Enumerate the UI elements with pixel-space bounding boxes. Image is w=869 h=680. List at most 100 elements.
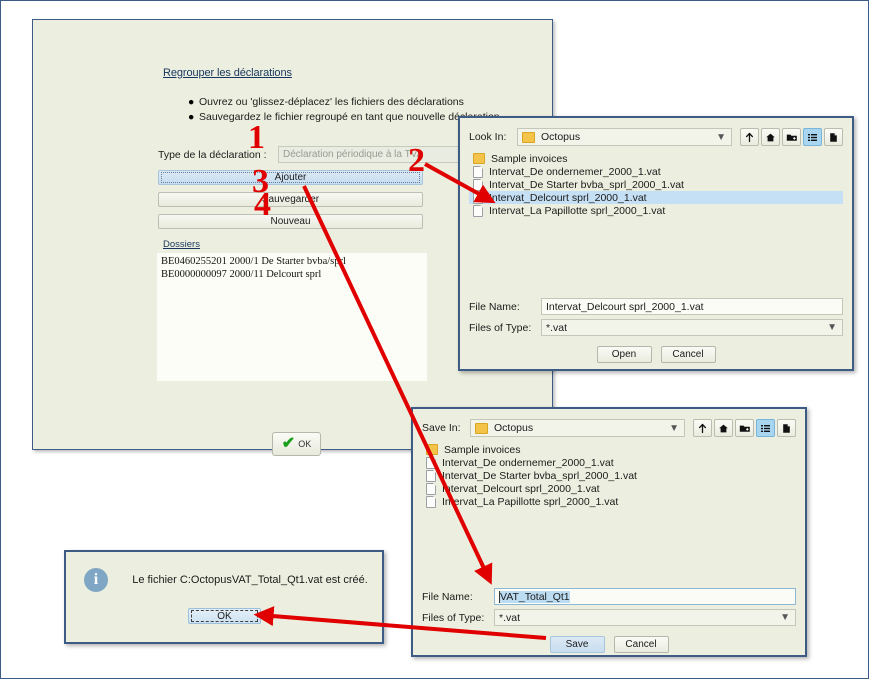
file-list-item-label: Intervat_La Papillotte sprl_2000_1.vat bbox=[489, 204, 666, 217]
file-list-item[interactable]: Intervat_Delcourt sprl_2000_1.vat bbox=[469, 191, 843, 204]
list-view-icon[interactable] bbox=[756, 419, 775, 437]
file-name-value: VAT_Total_Qt1 bbox=[499, 590, 570, 603]
file-list-item[interactable]: Intervat_La Papillotte sprl_2000_1.vat bbox=[422, 495, 796, 508]
file-list-item-label: Sample invoices bbox=[444, 443, 521, 456]
save-button[interactable]: Sauvegarder bbox=[158, 192, 423, 207]
document-icon bbox=[473, 178, 483, 191]
new-button[interactable]: Nouveau bbox=[158, 214, 423, 229]
look-in-value: Octopus bbox=[541, 131, 581, 143]
document-icon bbox=[473, 204, 483, 217]
save-file-name-row: File Name: VAT_Total_Qt1 bbox=[422, 588, 796, 605]
folder-icon bbox=[473, 153, 485, 164]
instructions-list: ● Ouvrez ou 'glissez-déplacez' les fichie… bbox=[188, 95, 503, 125]
file-name-label: File Name: bbox=[469, 300, 520, 313]
home-icon[interactable] bbox=[761, 128, 780, 146]
focus-ring bbox=[191, 610, 258, 622]
message-text: Le fichier C:OctopusVAT_Total_Qt1.vat es… bbox=[132, 574, 368, 586]
new-folder-icon[interactable] bbox=[735, 419, 754, 437]
document-icon bbox=[426, 495, 436, 508]
file-list-item-label: Intervat_De ondernemer_2000_1.vat bbox=[489, 165, 661, 178]
page-title: Regrouper les déclarations bbox=[163, 67, 292, 79]
file-list-item-label: Sample invoices bbox=[491, 152, 568, 165]
annotation-step-1: 1 bbox=[248, 119, 265, 156]
open-file-dialog: Look In: Octopus ▼ Sample invoices Inter… bbox=[458, 116, 854, 371]
file-list-item-label: Intervat_Delcourt sprl_2000_1.vat bbox=[442, 482, 600, 495]
files-of-type-label: Files of Type: bbox=[422, 611, 485, 624]
dossiers-label: Dossiers bbox=[163, 239, 200, 250]
files-of-type-select[interactable]: *.vat ▼ bbox=[494, 609, 796, 626]
file-list-item-label: Intervat_De Starter bvba_sprl_2000_1.vat bbox=[442, 469, 637, 482]
open-dialog-toolbar: Look In: Octopus ▼ bbox=[469, 128, 843, 146]
bullet-icon: ● bbox=[188, 111, 195, 123]
document-icon bbox=[426, 469, 436, 482]
files-of-type-select[interactable]: *.vat ▼ bbox=[541, 319, 843, 336]
cancel-button[interactable]: Cancel bbox=[613, 636, 669, 653]
file-name-input[interactable]: VAT_Total_Qt1 bbox=[494, 588, 796, 605]
instruction-item: ● Ouvrez ou 'glissez-déplacez' les fichie… bbox=[188, 96, 464, 108]
info-message-dialog: i Le fichier C:OctopusVAT_Total_Qt1.vat … bbox=[64, 550, 384, 644]
folder-icon bbox=[475, 422, 488, 434]
save-in-label: Save In: bbox=[422, 422, 461, 434]
save-file-dialog: Save In: Octopus ▼ Sample invoices Inter… bbox=[411, 407, 807, 657]
file-name-label: File Name: bbox=[422, 590, 473, 603]
file-list-item[interactable]: Sample invoices bbox=[422, 443, 796, 456]
focus-ring bbox=[161, 172, 420, 183]
chevron-down-icon: ▼ bbox=[780, 612, 790, 623]
save-in-select[interactable]: Octopus ▼ bbox=[470, 419, 685, 437]
file-list-item[interactable]: Intervat_De Starter bvba_sprl_2000_1.vat bbox=[422, 469, 796, 482]
list-item[interactable]: BE0460255201 2000/1 De Starter bvba/sprl bbox=[161, 255, 423, 268]
folder-icon bbox=[426, 444, 438, 455]
file-list-item-label: Intervat_De ondernemer_2000_1.vat bbox=[442, 456, 614, 469]
up-one-level-icon[interactable] bbox=[693, 419, 712, 437]
new-folder-icon[interactable] bbox=[782, 128, 801, 146]
bullet-icon: ● bbox=[188, 96, 195, 108]
file-list-item-label: Intervat_La Papillotte sprl_2000_1.vat bbox=[442, 495, 619, 508]
dossiers-list[interactable]: BE0460255201 2000/1 De Starter bvba/sprl… bbox=[157, 253, 427, 381]
info-icon: i bbox=[84, 568, 108, 592]
message-ok-button[interactable]: OK bbox=[188, 608, 261, 624]
add-button[interactable]: Ajouter bbox=[158, 170, 423, 185]
document-icon bbox=[426, 482, 436, 495]
instruction-item: ● Sauvegardez le fichier regroupé en tant… bbox=[188, 111, 503, 123]
save-dialog-actions: Save Cancel bbox=[413, 636, 805, 653]
ok-button[interactable]: ✔ OK bbox=[272, 432, 321, 456]
declaration-type-value: Déclaration périodique à la TVA bbox=[283, 149, 424, 160]
save-button[interactable]: Save bbox=[549, 636, 605, 653]
save-dialog-toolbar: Save In: Octopus ▼ bbox=[422, 419, 796, 437]
file-list-item[interactable]: Intervat_De Starter bvba_sprl_2000_1.vat bbox=[469, 178, 843, 191]
new-button-label: Nouveau bbox=[270, 216, 311, 227]
files-of-type-value: *.vat bbox=[546, 321, 568, 334]
annotation-step-2: 2 bbox=[408, 142, 425, 179]
files-of-type-label: Files of Type: bbox=[469, 321, 532, 334]
list-view-icon[interactable] bbox=[803, 128, 822, 146]
cancel-button[interactable]: Cancel bbox=[660, 346, 716, 363]
annotation-step-4: 4 bbox=[254, 186, 271, 223]
up-one-level-icon[interactable] bbox=[740, 128, 759, 146]
file-list-item[interactable]: Sample invoices bbox=[469, 152, 843, 165]
open-dialog-file-list[interactable]: Sample invoices Intervat_De ondernemer_20… bbox=[469, 152, 843, 269]
file-list-item[interactable]: Intervat_De ondernemer_2000_1.vat bbox=[422, 456, 796, 469]
folder-icon bbox=[522, 131, 535, 143]
look-in-select[interactable]: Octopus ▼ bbox=[517, 128, 732, 146]
document-icon bbox=[426, 456, 436, 469]
save-files-of-type-row: Files of Type: *.vat ▼ bbox=[422, 609, 796, 626]
file-list-item[interactable]: Intervat_Delcourt sprl_2000_1.vat bbox=[422, 482, 796, 495]
open-button[interactable]: Open bbox=[596, 346, 652, 363]
save-in-value: Octopus bbox=[494, 422, 534, 434]
chevron-down-icon: ▼ bbox=[669, 422, 679, 434]
file-list-item[interactable]: Intervat_La Papillotte sprl_2000_1.vat bbox=[469, 204, 843, 217]
ok-button-label: OK bbox=[298, 439, 312, 449]
file-list-item-label: Intervat_De Starter bvba_sprl_2000_1.vat bbox=[489, 178, 684, 191]
chevron-down-icon: ▼ bbox=[827, 322, 837, 333]
details-view-icon[interactable] bbox=[777, 419, 796, 437]
details-view-icon[interactable] bbox=[824, 128, 843, 146]
look-in-label: Look In: bbox=[469, 131, 507, 143]
home-icon[interactable] bbox=[714, 419, 733, 437]
file-list-item[interactable]: Intervat_De ondernemer_2000_1.vat bbox=[469, 165, 843, 178]
screenshot-root: Regrouper les déclarations ● Ouvrez ou 'g… bbox=[0, 0, 869, 679]
files-of-type-value: *.vat bbox=[499, 611, 521, 624]
save-dialog-file-list[interactable]: Sample invoices Intervat_De ondernemer_20… bbox=[422, 443, 796, 555]
list-item[interactable]: BE0000000097 2000/11 Delcourt sprl bbox=[161, 268, 423, 281]
document-icon bbox=[473, 191, 483, 204]
file-name-input[interactable]: Intervat_Delcourt sprl_2000_1.vat bbox=[541, 298, 843, 315]
